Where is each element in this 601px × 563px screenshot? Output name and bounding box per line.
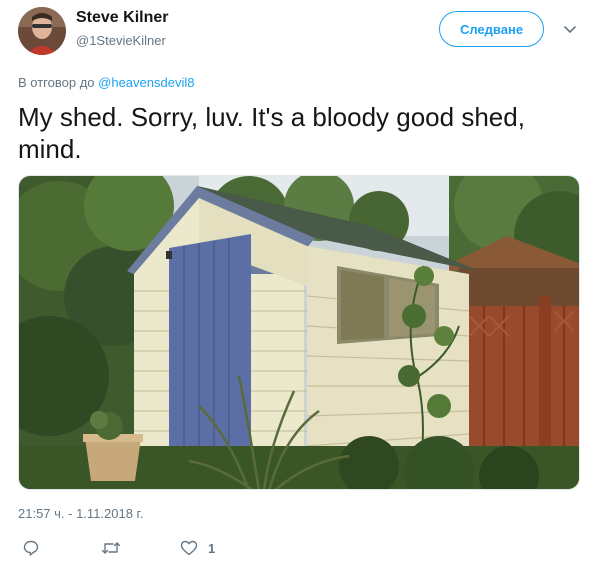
like-button[interactable]: 1 [180,538,215,558]
reply-mention-link[interactable]: @heavensdevil8 [98,75,194,90]
user-handle[interactable]: @1StevieKilner [76,33,166,48]
heart-icon [180,539,198,557]
like-count: 1 [208,540,216,556]
reply-context: В отговор до @heavensdevil8 [18,75,194,90]
follow-button[interactable]: Следване [439,11,544,47]
user-name[interactable]: Steve Kilner [76,9,168,27]
avatar[interactable] [18,7,66,55]
tweet-photo[interactable] [18,175,580,490]
chevron-down-icon[interactable] [562,22,578,38]
tweet-card: Steve Kilner @1StevieKilner Следване В о… [0,0,601,563]
reply-icon [22,539,40,557]
retweet-icon [101,539,121,557]
tweet-timestamp[interactable]: 21:57 ч. - 1.11.2018 г. [18,506,143,521]
tweet-text: My shed. Sorry, luv. It's a bloody good … [18,102,525,164]
reply-prefix: В отговор до [18,75,95,90]
retweet-button[interactable] [101,538,121,558]
reply-button[interactable] [22,538,40,558]
